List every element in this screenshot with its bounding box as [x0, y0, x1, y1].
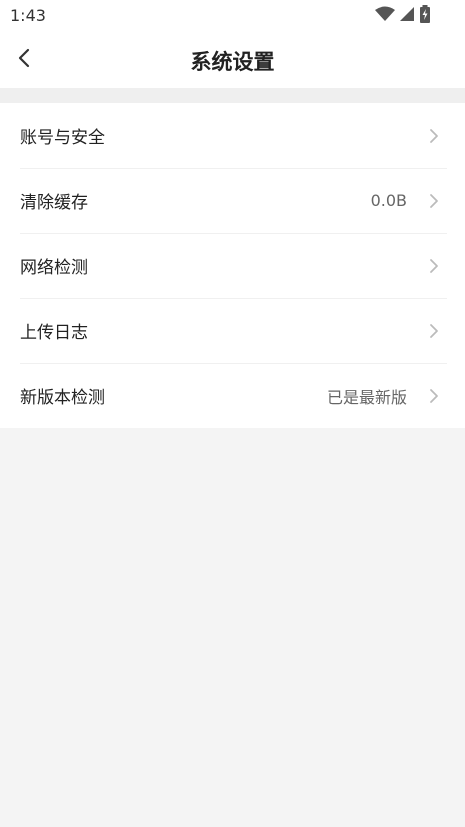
settings-list: 账号与安全 清除缓存 0.0B 网络检测 上传日志 新版本检测 已是最新版	[0, 103, 465, 428]
settings-item-version-check[interactable]: 新版本检测 已是最新版	[0, 363, 465, 428]
settings-item-network-check[interactable]: 网络检测	[0, 233, 465, 298]
settings-item-label: 上传日志	[20, 323, 88, 343]
page-title: 系统设置	[190, 50, 275, 74]
status-time: 1:43	[10, 6, 46, 25]
version-status-value: 已是最新版	[326, 387, 407, 407]
section-divider	[0, 88, 465, 103]
settings-item-label: 账号与安全	[20, 128, 105, 148]
battery-charging-icon	[419, 5, 431, 27]
cache-size-value: 0.0B	[370, 191, 407, 210]
wifi-icon	[375, 6, 395, 26]
settings-item-label: 网络检测	[20, 258, 88, 278]
chevron-right-icon	[427, 387, 441, 405]
settings-item-upload-log[interactable]: 上传日志	[0, 298, 465, 363]
status-bar: 1:43	[0, 0, 465, 32]
settings-item-label: 清除缓存	[20, 193, 88, 213]
status-icons	[375, 5, 431, 27]
signal-icon	[399, 6, 415, 26]
chevron-right-icon	[427, 192, 441, 210]
settings-item-account-security[interactable]: 账号与安全	[0, 103, 465, 168]
chevron-right-icon	[427, 322, 441, 340]
header: 系统设置	[0, 32, 465, 88]
chevron-right-icon	[427, 127, 441, 145]
settings-item-clear-cache[interactable]: 清除缓存 0.0B	[0, 168, 465, 233]
settings-item-label: 新版本检测	[20, 388, 105, 408]
chevron-right-icon	[427, 257, 441, 275]
